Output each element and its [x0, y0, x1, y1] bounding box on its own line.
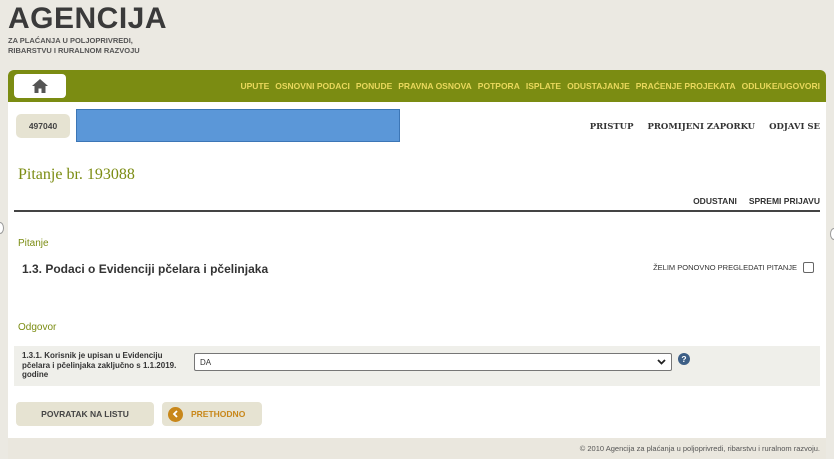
answer-field-label: 1.3.1. Korisnik je upisan u Evidenciju p…: [22, 351, 177, 379]
help-icon[interactable]: ?: [678, 353, 690, 365]
back-to-list-button[interactable]: POVRATAK NA LISTU: [16, 402, 154, 426]
question-text: 1.3. Podaci o Evidenciji pčelara i pčeli…: [22, 262, 269, 276]
answer-selected-value: DA: [200, 357, 212, 367]
divider: [14, 210, 820, 212]
cancel-button[interactable]: ODUSTANI: [693, 196, 737, 206]
right-edge-marker: [830, 228, 834, 240]
nav-item-pracenje-projekata[interactable]: PRAĆENJE PROJEKATA: [636, 81, 736, 91]
home-icon: [32, 79, 48, 93]
content-panel: 497040 PRISTUP PROMIJENI ZAPORKU ODJAVI …: [8, 102, 826, 438]
left-edge-marker: [0, 222, 4, 234]
nav-menu: UPUTE OSNOVNI PODACI PONUDE PRAVNA OSNOV…: [240, 70, 820, 102]
answer-select[interactable]: DA: [194, 353, 672, 371]
nav-item-pravna-osnova[interactable]: PRAVNA OSNOVA: [398, 81, 472, 91]
nav-item-potpora[interactable]: POTPORA: [478, 81, 520, 91]
nav-item-upute[interactable]: UPUTE: [240, 81, 269, 91]
form-actions: ODUSTANI SPREMI PRIJAVU: [693, 196, 820, 206]
logo-subtitle-line2: RIBARSTVU I RURALNOM RAZVOJU: [8, 46, 140, 55]
chevron-left-icon: [168, 406, 183, 422]
previous-button[interactable]: PRETHODNO: [162, 402, 262, 426]
home-button[interactable]: [14, 74, 66, 98]
review-again-checkbox[interactable]: [803, 262, 814, 273]
nav-item-odustajanje[interactable]: ODUSTAJANJE: [567, 81, 630, 91]
nav-item-isplate[interactable]: ISPLATE: [526, 81, 561, 91]
review-again-control: ŽELIM PONOVNO PREGLEDATI PITANJE: [653, 262, 814, 273]
previous-label: PRETHODNO: [191, 409, 246, 419]
logo-subtitle-line1: ZA PLAĆANJA U POLJOPRIVREDI,: [8, 36, 133, 45]
link-change-password[interactable]: PROMIJENI ZAPORKU: [647, 122, 755, 132]
review-again-label: ŽELIM PONOVNO PREGLEDATI PITANJE: [653, 263, 797, 272]
page-title: Pitanje br. 193088: [18, 166, 135, 183]
link-pristup[interactable]: PRISTUP: [590, 122, 634, 132]
agency-logo: AGENCIJA ZA PLAĆANJA U POLJOPRIVREDI, RI…: [8, 4, 167, 56]
account-links: PRISTUP PROMIJENI ZAPORKU ODJAVI SE: [590, 122, 820, 132]
question-section-label: Pitanje: [18, 238, 49, 249]
chevron-down-icon: [657, 359, 666, 365]
link-logout[interactable]: ODJAVI SE: [769, 122, 820, 132]
nav-item-osnovni-podaci[interactable]: OSNOVNI PODACI: [275, 81, 350, 91]
answer-row: 1.3.1. Korisnik je upisan u Evidenciju p…: [14, 346, 820, 386]
logo-title: AGENCIJA: [8, 2, 168, 35]
redacted-user-name: [76, 109, 400, 142]
footer: © 2010 Agencija za plaćanja u poljoprivr…: [8, 438, 826, 459]
footer-copyright: © 2010 Agencija za plaćanja u poljoprivr…: [579, 444, 820, 453]
answer-section-label: Odgovor: [18, 322, 57, 333]
nav-item-odluke-ugovori[interactable]: ODLUKE/UGOVORI: [742, 81, 820, 91]
main-navbar: UPUTE OSNOVNI PODACI PONUDE PRAVNA OSNOV…: [8, 70, 826, 102]
save-application-button[interactable]: SPREMI PRIJAVU: [749, 196, 820, 206]
user-id-badge: 497040: [16, 114, 70, 138]
nav-item-ponude[interactable]: PONUDE: [356, 81, 392, 91]
